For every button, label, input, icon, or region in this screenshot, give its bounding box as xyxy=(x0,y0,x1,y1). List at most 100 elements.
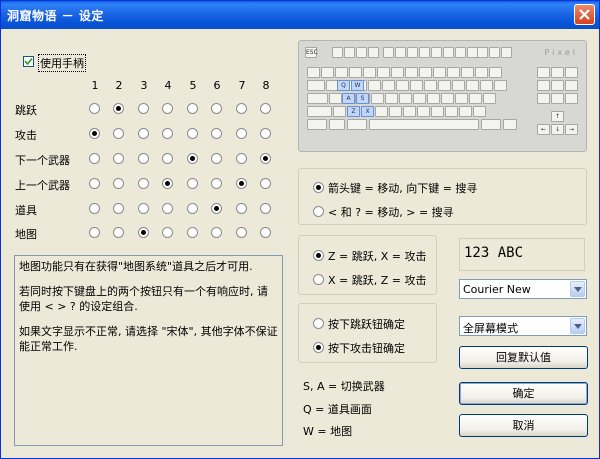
gamepad-radio[interactable] xyxy=(236,103,247,114)
ok-button[interactable]: 确定 xyxy=(459,382,588,405)
keyboard-key-down: ↓ xyxy=(551,124,564,135)
jump-z-attack-x-radio[interactable] xyxy=(313,250,324,261)
info-line-map: 地图功能只有在获得"地图系统"道具之后才可用. xyxy=(19,260,253,273)
keyboard-key xyxy=(459,106,472,117)
gamepad-radio[interactable] xyxy=(260,178,271,189)
gamepad-radio[interactable] xyxy=(113,203,124,214)
gamepad-radio[interactable] xyxy=(138,203,149,214)
keyboard-key xyxy=(489,67,502,78)
column-number: 8 xyxy=(262,79,270,92)
gamepad-radio[interactable] xyxy=(187,128,198,139)
gamepad-radio[interactable] xyxy=(260,227,271,238)
column-number: 5 xyxy=(189,79,197,92)
gamepad-radio[interactable] xyxy=(162,128,173,139)
confirm-jump-radio[interactable] xyxy=(313,318,324,329)
display-mode-select[interactable]: 全屏幕模式 xyxy=(459,316,587,336)
keyboard-key xyxy=(405,67,418,78)
keyboard-key xyxy=(565,67,578,78)
gamepad-radio[interactable] xyxy=(211,203,222,214)
keyboard-key xyxy=(382,80,395,91)
gamepad-radio[interactable] xyxy=(138,103,149,114)
gamepad-radio[interactable] xyxy=(236,227,247,238)
chevron-down-icon[interactable] xyxy=(570,318,585,334)
gamepad-radio[interactable] xyxy=(162,227,173,238)
gamepad-radio[interactable] xyxy=(162,178,173,189)
gamepad-radio[interactable] xyxy=(162,103,173,114)
gamepad-radio[interactable] xyxy=(187,153,198,164)
keyboard-key xyxy=(475,67,488,78)
title-bar[interactable]: 洞窟物语 － 设定 xyxy=(1,1,599,29)
info-line-font: 如果文字显示不正常, 请选择 "宋体", 其他字体不保证能正常工作. xyxy=(19,325,278,353)
gamepad-radio[interactable] xyxy=(113,128,124,139)
gamepad-row-label: 上一个武器 xyxy=(15,179,70,192)
gamepad-radio[interactable] xyxy=(138,178,149,189)
gamepad-radio[interactable] xyxy=(260,128,271,139)
keyboard-brand: Pixel xyxy=(544,48,578,57)
confirm-attack-radio[interactable] xyxy=(313,342,324,353)
gamepad-radio[interactable] xyxy=(211,227,222,238)
gamepad-radio[interactable] xyxy=(260,103,271,114)
gamepad-radio[interactable] xyxy=(211,153,222,164)
use-gamepad-checkbox[interactable] xyxy=(23,56,34,67)
confirm-group: 按下跳跃钮确定 按下攻击钮确定 xyxy=(298,303,437,363)
gamepad-radio[interactable] xyxy=(89,103,100,114)
font-preview: 123 ABC xyxy=(459,238,585,271)
gamepad-radio[interactable] xyxy=(113,153,124,164)
keyboard-key xyxy=(396,80,409,91)
keyboard-key xyxy=(399,93,412,104)
jump-x-attack-z-radio[interactable] xyxy=(313,274,324,285)
keyboard-key xyxy=(371,93,384,104)
keyboard-key xyxy=(413,93,426,104)
gamepad-radio[interactable] xyxy=(113,103,124,114)
gamepad-radio[interactable] xyxy=(89,178,100,189)
window-title: 洞窟物语 － 设定 xyxy=(7,9,104,23)
keyboard-key xyxy=(461,67,474,78)
cancel-button[interactable]: 取消 xyxy=(459,414,588,437)
keyboard-key-q: Q xyxy=(337,80,350,91)
gamepad-radio[interactable] xyxy=(138,227,149,238)
gamepad-radio[interactable] xyxy=(187,178,198,189)
gamepad-radio[interactable] xyxy=(138,153,149,164)
info-textbox[interactable]: 地图功能只有在获得"地图系统"道具之后才可用. 若同时按下键盘上的两个按钮只有一… xyxy=(14,255,283,446)
keyboard-key xyxy=(332,47,343,58)
gamepad-radio[interactable] xyxy=(211,103,222,114)
gamepad-radio[interactable] xyxy=(211,128,222,139)
gamepad-radio[interactable] xyxy=(187,227,198,238)
jump-attack-group: Z = 跳跃, X = 攻击 X = 跳跃, Z = 攻击 xyxy=(298,235,437,295)
keyboard-key xyxy=(329,93,342,104)
gamepad-radio[interactable] xyxy=(236,178,247,189)
keyboard-key-a: A xyxy=(342,93,355,104)
keyboard-key xyxy=(410,80,423,91)
jump-z-attack-x-label: Z = 跳跃, X = 攻击 xyxy=(328,250,427,263)
move-option-arrows-radio[interactable] xyxy=(313,182,324,193)
restore-defaults-button[interactable]: 回复默认值 xyxy=(459,346,588,369)
gamepad-radio[interactable] xyxy=(260,203,271,214)
keyboard-key xyxy=(438,80,451,91)
gamepad-radio[interactable] xyxy=(89,128,100,139)
gamepad-radio[interactable] xyxy=(89,227,100,238)
gamepad-radio[interactable] xyxy=(187,203,198,214)
gamepad-radio[interactable] xyxy=(113,178,124,189)
gamepad-radio[interactable] xyxy=(162,153,173,164)
gamepad-radio[interactable] xyxy=(162,203,173,214)
keyboard-key xyxy=(443,47,454,58)
keyboard-key xyxy=(445,106,458,117)
gamepad-radio[interactable] xyxy=(236,203,247,214)
font-select[interactable]: Courier New xyxy=(459,279,587,299)
gamepad-radio[interactable] xyxy=(89,203,100,214)
column-number: 1 xyxy=(91,79,99,92)
gamepad-radio[interactable] xyxy=(138,128,149,139)
move-option-symbols-radio[interactable] xyxy=(313,206,324,217)
gamepad-radio[interactable] xyxy=(236,128,247,139)
close-button[interactable] xyxy=(574,4,595,25)
gamepad-radio[interactable] xyxy=(89,153,100,164)
gamepad-radio[interactable] xyxy=(113,227,124,238)
keyboard-key xyxy=(469,93,482,104)
keyboard-key xyxy=(419,47,430,58)
gamepad-radio[interactable] xyxy=(260,153,271,164)
gamepad-radio[interactable] xyxy=(187,103,198,114)
confirm-jump-label: 按下跳跃钮确定 xyxy=(328,318,405,331)
chevron-down-icon[interactable] xyxy=(570,281,585,297)
gamepad-radio[interactable] xyxy=(211,178,222,189)
gamepad-radio[interactable] xyxy=(236,153,247,164)
